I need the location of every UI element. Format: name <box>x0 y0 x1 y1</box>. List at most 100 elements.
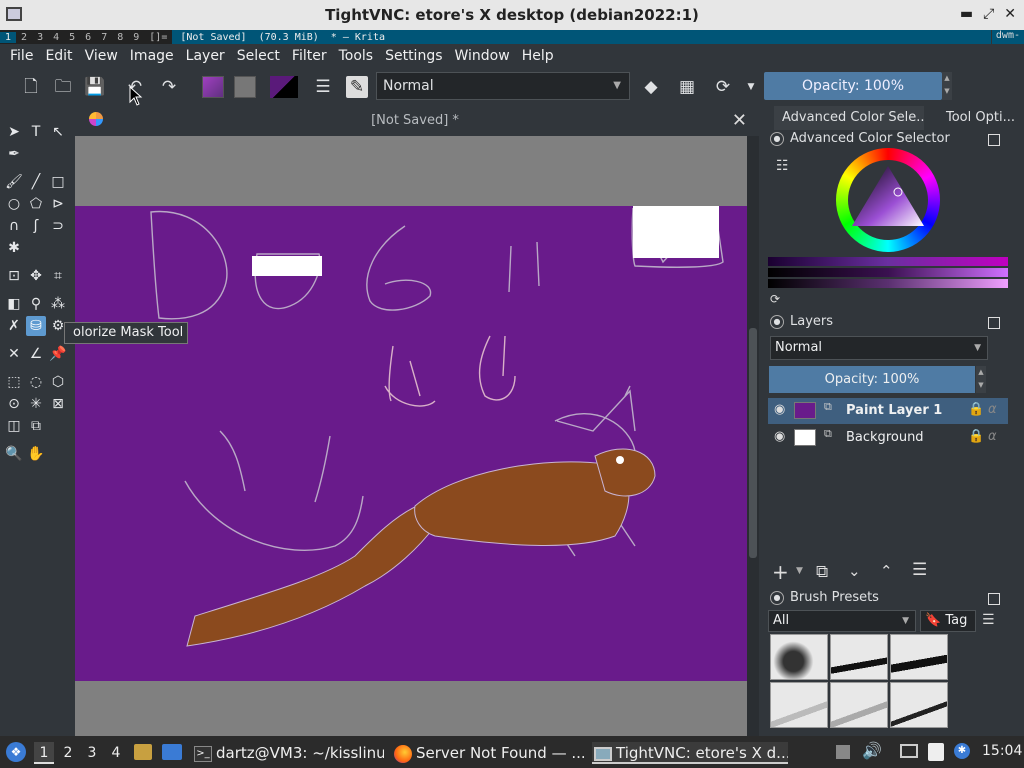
canvas[interactable] <box>75 206 747 681</box>
layers-blend-select[interactable]: Normal ▼ <box>770 336 988 360</box>
brush-preset-1[interactable] <box>770 634 828 680</box>
brush-settings-icon[interactable]: ☰ <box>312 76 334 98</box>
tab-tool-options[interactable]: Tool Opti... <box>938 106 1024 130</box>
brush-preset-2[interactable] <box>830 634 888 680</box>
brush-lock-icon[interactable]: ● <box>770 590 784 605</box>
network-icon[interactable] <box>900 744 918 758</box>
workspace-4[interactable]: 4 <box>106 742 126 764</box>
ruler-tool-icon[interactable]: ∠ <box>26 344 46 364</box>
menu-layer[interactable]: Layer <box>180 48 231 64</box>
canvas-viewport[interactable] <box>75 136 747 736</box>
brush-tag-button[interactable]: 🔖 Tag <box>920 610 976 632</box>
tray-app-icon[interactable] <box>836 745 850 759</box>
smart-patch-tool-icon[interactable]: ⁂ <box>48 294 68 314</box>
task-tightvnc[interactable]: TightVNC: etore's X d... <box>592 742 788 764</box>
task-firefox[interactable]: Server Not Found — ... <box>394 742 584 764</box>
saturation-bar[interactable] <box>768 268 1008 277</box>
menu-select[interactable]: Select <box>231 48 286 64</box>
dwm-tag-4[interactable]: 4 <box>48 32 64 43</box>
reference-tool-icon[interactable]: 📌 <box>48 344 68 364</box>
dwm-layout[interactable]: []= <box>144 32 172 43</box>
move-layer-down-icon[interactable]: ⌄ <box>848 562 861 580</box>
layer-lock-icon[interactable]: 🔒 <box>968 429 984 444</box>
layers-lock-icon[interactable]: ● <box>770 314 784 329</box>
brush-filter-select[interactable]: All ▼ <box>768 610 916 632</box>
menu-tools[interactable]: Tools <box>333 48 380 64</box>
layer-row-paint-layer-1[interactable]: ◉ ⧉ Paint Layer 1 🔒 α <box>768 398 1008 424</box>
volume-icon[interactable]: 🔊 <box>862 741 882 760</box>
start-menu-icon[interactable]: ❖ <box>6 742 26 762</box>
hue-ring[interactable] <box>836 148 940 252</box>
bezier-select-tool-icon[interactable]: ◫ <box>4 416 24 436</box>
bezier-tool-icon[interactable]: ∩ <box>4 216 24 236</box>
menu-view[interactable]: View <box>79 48 124 64</box>
visibility-eye-icon[interactable]: ◉ <box>774 429 785 444</box>
gradient-preset-icon[interactable] <box>202 76 224 98</box>
alpha-inherit-icon[interactable]: α <box>988 402 997 417</box>
layer-lock-icon[interactable]: 🔒 <box>968 402 984 417</box>
lock-icon[interactable]: ● <box>770 131 784 146</box>
gradient-tool-icon[interactable]: ◧ <box>4 294 24 314</box>
workspace-2[interactable]: 2 <box>58 742 78 764</box>
layer-properties-icon[interactable]: ☰ <box>912 560 927 580</box>
dwm-tag-9[interactable]: 9 <box>128 32 144 43</box>
zoom-tool-icon[interactable]: 🔍 <box>4 444 24 464</box>
alpha-lock-icon[interactable]: ▦ <box>676 76 698 98</box>
scrollbar-thumb[interactable] <box>749 328 757 558</box>
menu-edit[interactable]: Edit <box>39 48 78 64</box>
transform-tool-icon[interactable]: ⊡ <box>4 266 24 286</box>
multibrush-tool-icon[interactable]: ✱ <box>4 238 24 258</box>
menu-help[interactable]: Help <box>516 48 560 64</box>
new-document-icon[interactable]: 🗋 <box>20 76 42 98</box>
pattern-preset-icon[interactable] <box>234 76 256 98</box>
similar-select-tool-icon[interactable]: ⊠ <box>48 394 68 414</box>
polyline-tool-icon[interactable]: ⊳ <box>48 194 68 214</box>
text-tool-icon[interactable]: T <box>26 122 46 142</box>
line-tool-icon[interactable]: ╱ <box>26 172 46 192</box>
freehand-select-tool-icon[interactable]: ⊙ <box>4 394 24 414</box>
layer-row-background[interactable]: ◉ ⧉ Background 🔒 α <box>768 425 1008 451</box>
close-document-icon[interactable]: ✕ <box>732 110 747 131</box>
select-shapes-tool-icon[interactable]: ➤ <box>4 122 24 142</box>
refresh-colors-icon[interactable]: ⟳ <box>770 292 780 306</box>
window-titlebar[interactable]: TightVNC: etore's X desktop (debian2022:… <box>0 0 1024 30</box>
brush-float-icon[interactable] <box>988 593 1000 605</box>
dwm-tag-2[interactable]: 2 <box>16 32 32 43</box>
edit-shapes-tool-icon[interactable]: ↖ <box>48 122 68 142</box>
close-icon[interactable]: ✕ <box>1004 6 1016 22</box>
rectangle-tool-icon[interactable]: □ <box>48 172 68 192</box>
pan-tool-icon[interactable]: ✋ <box>26 444 46 464</box>
opacity-slider[interactable]: Opacity: 100% <box>764 72 942 100</box>
dwm-tag-5[interactable]: 5 <box>64 32 80 43</box>
duplicate-layer-icon[interactable]: ⧉ <box>816 562 828 582</box>
menu-window[interactable]: Window <box>449 48 516 64</box>
dwm-tag-1[interactable]: 1 <box>0 31 17 43</box>
layers-opacity-slider[interactable]: Opacity: 100% <box>769 366 975 393</box>
color-picker-tool-icon[interactable]: ⚲ <box>26 294 46 314</box>
alpha-inherit-icon[interactable]: α <box>988 429 997 444</box>
open-folder-icon[interactable]: 🗀 <box>52 76 74 98</box>
dwm-tag-8[interactable]: 8 <box>112 32 128 43</box>
crop-tool-icon[interactable]: ⌗ <box>48 266 68 286</box>
reload-preset-icon[interactable]: ⟳ <box>712 76 734 98</box>
tab-advanced-color-selector[interactable]: Advanced Color Sele... <box>774 106 924 130</box>
brush-preset-6[interactable] <box>890 682 948 728</box>
brush-preset-4[interactable] <box>770 682 828 728</box>
move-layer-up-icon[interactable]: ⌃ <box>880 562 893 580</box>
menu-settings[interactable]: Settings <box>379 48 448 64</box>
layers-opacity-spin[interactable]: ▲ ▼ <box>976 366 986 393</box>
save-icon[interactable]: 💾 <box>84 76 106 98</box>
color-triangle[interactable] <box>850 164 926 234</box>
freehand-path-tool-icon[interactable]: ʃ <box>26 216 46 236</box>
add-layer-icon[interactable]: + <box>772 560 789 584</box>
eraser-icon[interactable]: ◆ <box>640 76 662 98</box>
hue-bar[interactable] <box>768 257 1008 266</box>
value-bar[interactable] <box>768 279 1008 288</box>
measure-tool-icon[interactable]: ✕ <box>4 344 24 364</box>
float-docker-icon[interactable] <box>988 134 1000 146</box>
menu-image[interactable]: Image <box>124 48 180 64</box>
polygon-select-tool-icon[interactable]: ⬡ <box>48 372 68 392</box>
document-titlebar[interactable]: [Not Saved] * ✕ <box>75 106 755 136</box>
fg-bg-color-icon[interactable] <box>270 76 298 98</box>
menu-filter[interactable]: Filter <box>286 48 333 64</box>
